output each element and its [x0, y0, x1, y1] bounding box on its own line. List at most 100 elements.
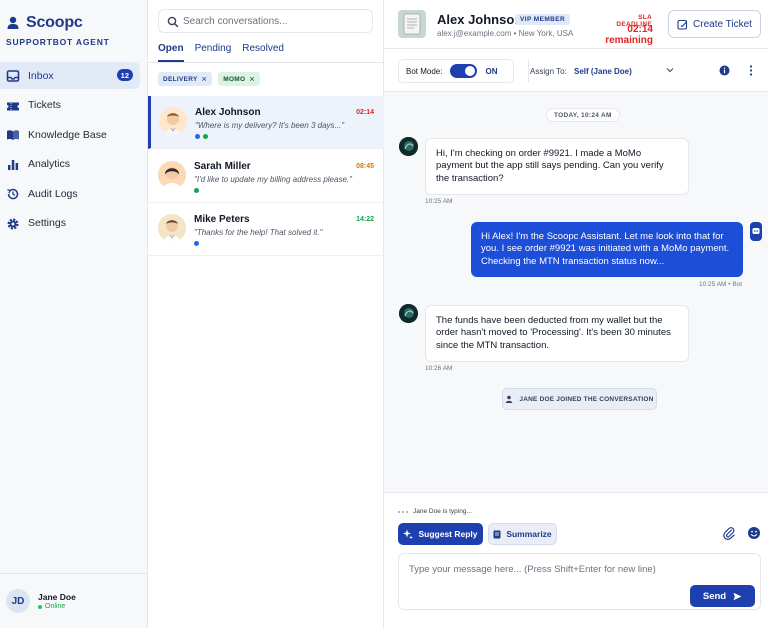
headset-logo-icon [7, 16, 19, 29]
create-ticket-button[interactable]: Create Ticket [668, 10, 761, 38]
assign-select[interactable]: Self (Jane Doe) [574, 67, 632, 76]
system-notice: JANE DOE JOINED THE CONVERSATION [502, 388, 657, 410]
remove-filter-icon[interactable]: × [202, 74, 208, 84]
send-icon [733, 592, 742, 600]
agent-avatar: JD [6, 589, 30, 613]
agent-name: Jane Doe [38, 592, 76, 602]
brand-subtitle: SUPPORTBOT AGENT [6, 37, 110, 47]
conversation-list-panel: Open Pending Resolved DELIVERY × MOMO × … [148, 0, 384, 628]
nav-item-settings[interactable]: Settings [0, 210, 140, 237]
bot-mode-toggle[interactable] [450, 64, 478, 78]
toolbar-divider [528, 60, 529, 82]
avatar [159, 107, 187, 135]
status-dot-icon [194, 241, 199, 246]
nav-label-knowledge-base: Knowledge Base [28, 128, 107, 141]
message-thread: TODAY, 10:24 AM Hi, I'm checking on orde… [384, 92, 768, 492]
search-input[interactable] [183, 13, 368, 29]
agent-status: Online [38, 603, 65, 610]
assign-label: Assign To: [530, 67, 567, 76]
chat-panel: Alex Johnson VIP MEMBER alex.j@example.c… [384, 0, 768, 628]
tab-divider [148, 62, 384, 63]
nav-item-analytics[interactable]: Analytics [0, 151, 140, 178]
paperclip-icon[interactable] [722, 526, 736, 540]
chat-toolbar: Bot Mode: ON Assign To: Self (Jane Doe) [384, 50, 768, 92]
customer-mini-avatar [399, 304, 418, 323]
system-notice-text: JANE DOE JOINED THE CONVERSATION [519, 395, 654, 403]
nav-item-tickets[interactable]: Tickets [0, 92, 140, 119]
message-time: 10:26 AM [425, 365, 453, 372]
bot-icon [750, 222, 762, 241]
status-dots [194, 241, 199, 246]
conversation-name: Sarah Miller [194, 161, 251, 172]
summary-doc-icon [493, 530, 501, 538]
sidebar: Scoopc SUPPORTBOT AGENT Inbox 12 Tickets… [0, 0, 148, 628]
online-dot-icon [38, 604, 42, 609]
conversation-item[interactable]: Alex Johnson 02:14 "Where is my delivery… [148, 96, 384, 149]
message-time: 10:25 AM [425, 198, 453, 205]
summarize-label: Summarize [506, 529, 552, 539]
status-dots [194, 188, 199, 193]
suggest-reply-button[interactable]: Suggest Reply [398, 523, 483, 545]
message-input[interactable] [409, 564, 749, 584]
bot-message-bubble: Hi Alex! I'm the Scoopc Assistant. Let m… [471, 222, 743, 277]
remove-filter-icon[interactable]: × [249, 74, 255, 84]
agent-profile[interactable]: JD Jane Doe Online [0, 573, 148, 628]
vip-badge: VIP MEMBER [515, 14, 571, 25]
message-composer: Jane Doe is typing... Suggest Reply Summ… [384, 492, 768, 628]
nav-item-inbox[interactable]: Inbox 12 [0, 62, 140, 89]
typing-dots-icon [398, 510, 408, 513]
nav-item-audit-logs[interactable]: Audit Logs [0, 180, 140, 207]
customer-message-bubble: The funds have been deducted from my wal… [425, 305, 689, 362]
avatar [158, 161, 186, 189]
status-dot-icon [203, 134, 208, 139]
tab-open[interactable]: Open [158, 43, 184, 62]
filter-chip-label: MOMO [223, 75, 246, 83]
chevron-down-icon[interactable] [665, 65, 675, 75]
conversation-item[interactable]: Mike Peters 14:22 "Thanks for the help! … [148, 203, 384, 256]
bot-mode-state: ON [485, 66, 498, 76]
sparkle-icon [403, 529, 414, 539]
nav-label-tickets: Tickets [28, 99, 61, 111]
customer-avatar [398, 10, 426, 38]
ticket-icon [7, 102, 19, 110]
conversation-preview: "Thanks for the help! That solved it." [194, 228, 323, 237]
tab-resolved[interactable]: Resolved [242, 43, 284, 62]
filter-chip-momo[interactable]: MOMO × [218, 72, 260, 86]
emoji-icon[interactable] [747, 526, 761, 540]
typing-indicator: Jane Doe is typing... [398, 508, 472, 515]
conversation-preview: "I'd like to update my billing address p… [194, 175, 352, 184]
day-separator: TODAY, 10:24 AM [546, 108, 620, 122]
typing-text: Jane Doe is typing... [413, 508, 472, 515]
send-button[interactable]: Send [690, 585, 755, 607]
search-icon [167, 16, 179, 28]
tab-pending[interactable]: Pending [195, 43, 232, 62]
book-icon [7, 130, 19, 140]
brand-name: Scoopc [26, 14, 83, 31]
status-dot-icon [194, 188, 199, 193]
conversation-preview: "Where is my delivery? It's been 3 days.… [195, 121, 345, 130]
gear-icon [7, 218, 19, 229]
status-dot-icon [195, 134, 200, 139]
agent-status-label: Online [45, 603, 66, 610]
inbox-icon [6, 70, 20, 82]
nav-list: Inbox 12 Tickets Knowledge Base Analytic… [0, 62, 148, 239]
summarize-button[interactable]: Summarize [488, 523, 557, 545]
bar-chart-icon [8, 159, 19, 170]
more-vertical-icon[interactable] [746, 65, 756, 76]
conversation-time: 08:45 [356, 163, 374, 170]
conversation-item[interactable]: Sarah Miller 08:45 "I'd like to update m… [148, 150, 384, 203]
customer-message-bubble: Hi, I'm checking on order #9921. I made … [425, 138, 689, 195]
search-box[interactable] [158, 9, 373, 33]
nav-item-knowledge-base[interactable]: Knowledge Base [0, 121, 140, 148]
create-ticket-label: Create Ticket [693, 18, 752, 30]
filter-chip-delivery[interactable]: DELIVERY × [158, 72, 213, 86]
customer-mini-avatar [399, 137, 418, 156]
nav-label-audit-logs: Audit Logs [28, 187, 78, 200]
nav-label-settings: Settings [28, 217, 66, 229]
customer-name: Alex Johnson [437, 12, 523, 27]
conversation-time: 02:14 [356, 109, 374, 116]
message-input-box[interactable]: Send [398, 553, 761, 610]
info-icon[interactable] [719, 65, 730, 76]
filter-chips: DELIVERY × MOMO × [158, 72, 260, 86]
brand: Scoopc [6, 14, 83, 32]
